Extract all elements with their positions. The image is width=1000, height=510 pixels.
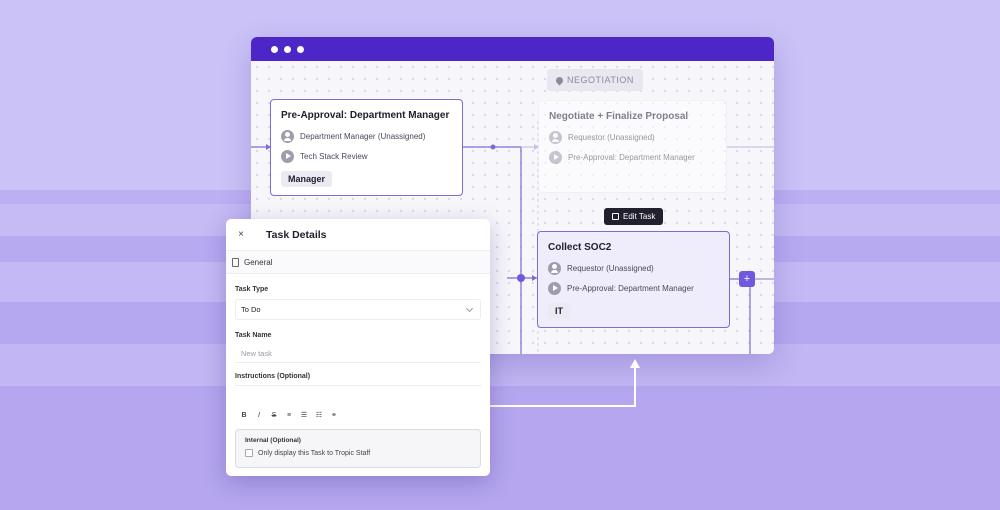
internal-checkbox-label: Only display this Task to Tropic Staff [258, 449, 371, 457]
edit-task-label: Edit Task [623, 212, 656, 221]
italic-icon[interactable]: I [255, 412, 263, 419]
task-name-label: Task Name [235, 332, 272, 339]
bullet-list-icon[interactable]: ☰ [300, 411, 308, 419]
instructions-editor[interactable] [235, 385, 481, 407]
task-card-tag: Manager [281, 171, 333, 187]
play-icon [281, 149, 294, 163]
user-icon [281, 129, 294, 143]
user-icon [548, 261, 561, 275]
window-control-dot[interactable] [284, 45, 291, 53]
internal-checkbox-row[interactable]: Only display this Task to Tropic Staff [245, 449, 480, 457]
task-card-assignee: Department Manager (Unassigned) [281, 129, 452, 143]
task-card-trigger: Tech Stack Review [281, 149, 452, 163]
task-name-input[interactable]: New task [235, 344, 481, 363]
task-card-tag: IT [548, 303, 570, 319]
task-card-title: Negotiate + Finalize Proposal [549, 111, 689, 122]
user-icon [549, 130, 562, 144]
edit-icon [612, 213, 619, 220]
trigger-label: Pre-Approval: Department Manager [567, 283, 694, 293]
link-icon[interactable]: ⚭ [330, 411, 338, 419]
tab-general[interactable]: General [226, 251, 490, 274]
task-details-panel: × Task Details General Task Type To Do T… [226, 219, 490, 476]
task-card-pre-approval[interactable]: Pre-Approval: Department Manager Departm… [270, 99, 463, 196]
window-titlebar [251, 37, 774, 61]
task-type-label: Task Type [235, 286, 269, 293]
internal-section: Internal (Optional) Only display this Ta… [235, 429, 481, 468]
task-card-assignee: Requestor (Unassigned) [549, 130, 716, 144]
bold-icon[interactable]: B [240, 412, 248, 419]
assignee-label: Department Manager (Unassigned) [300, 131, 426, 141]
assignee-label: Requestor (Unassigned) [568, 132, 655, 142]
task-card-title: Collect SOC2 [548, 242, 612, 253]
internal-title: Internal (Optional) [245, 437, 301, 444]
editor-toolbar: B I S ≡ ☰ ☷ ⚭ [240, 409, 490, 421]
task-card-title: Pre-Approval: Department Manager [281, 110, 450, 121]
numbered-list-icon[interactable]: ☷ [315, 411, 323, 419]
play-icon [549, 150, 562, 164]
window-control-dot[interactable] [297, 45, 304, 53]
align-icon[interactable]: ≡ [285, 412, 293, 419]
trigger-label: Pre-Approval: Department Manager [568, 152, 695, 162]
chevron-down-icon [465, 304, 474, 312]
task-card-collect-soc2[interactable]: Collect SOC2 Requestor (Unassigned) Pre-… [537, 231, 730, 328]
task-card-assignee: Requestor (Unassigned) [548, 261, 719, 275]
document-icon [232, 257, 239, 267]
tab-general-label: General [244, 257, 273, 267]
task-type-value: To Do [241, 305, 261, 314]
task-type-select[interactable]: To Do [235, 299, 481, 320]
trigger-label: Tech Stack Review [300, 151, 368, 161]
panel-title: Task Details [266, 228, 327, 241]
instructions-label: Instructions (Optional) [235, 373, 311, 380]
tropic-staff-checkbox[interactable] [245, 449, 253, 457]
background-band [0, 386, 1000, 510]
task-card-trigger: Pre-Approval: Department Manager [548, 281, 719, 295]
assignee-label: Requestor (Unassigned) [567, 263, 654, 273]
window-control-dot[interactable] [271, 45, 278, 53]
task-card-negotiate[interactable]: Negotiate + Finalize Proposal Requestor … [538, 100, 727, 193]
task-card-trigger: Pre-Approval: Department Manager [549, 150, 716, 164]
add-task-button[interactable]: + [739, 271, 755, 287]
play-icon [548, 281, 561, 295]
panel-header: × Task Details [226, 219, 490, 251]
map-pin-icon [554, 75, 565, 85]
edit-task-button[interactable]: Edit Task [604, 208, 664, 225]
strikethrough-icon[interactable]: S [270, 412, 278, 419]
close-icon[interactable]: × [226, 229, 256, 240]
stage-tag-negotiation[interactable]: NEGOTIATION [547, 69, 643, 91]
stage-tag-label: NEGOTIATION [567, 75, 634, 85]
